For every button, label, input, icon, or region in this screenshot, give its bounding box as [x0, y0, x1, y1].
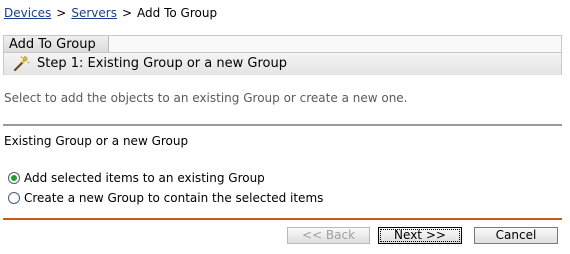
wizard-panel: Add To Group Step 1: Existing Group or a… — [3, 35, 562, 75]
step-title: Step 1: Existing Group or a new Group — [37, 56, 287, 71]
breadcrumb-link-devices[interactable]: Devices — [4, 6, 51, 20]
breadcrumb-separator: > — [56, 6, 67, 20]
section-label: Existing Group or a new Group — [4, 134, 189, 148]
footer-divider — [3, 218, 562, 220]
cancel-button[interactable]: Cancel — [474, 227, 558, 244]
option-label-new-group[interactable]: Create a new Group to contain the select… — [24, 190, 323, 206]
next-button[interactable]: Next >> — [378, 227, 462, 244]
breadcrumb-current: Add To Group — [137, 6, 218, 20]
section-divider — [3, 124, 562, 126]
instruction-text: Select to add the objects to an existing… — [4, 91, 408, 105]
breadcrumb-separator: > — [121, 6, 133, 20]
step-header: Step 1: Existing Group or a new Group — [4, 53, 561, 75]
panel-tab-strip — [109, 36, 561, 53]
option-label-existing-group[interactable]: Add selected items to an existing Group — [24, 170, 265, 186]
breadcrumb-link-servers[interactable]: Servers — [71, 6, 117, 20]
back-button[interactable]: << Back — [287, 227, 370, 244]
radio-new-group[interactable] — [8, 192, 20, 204]
panel-tab-add-to-group: Add To Group — [4, 36, 109, 53]
wand-icon — [13, 55, 30, 72]
radio-existing-group[interactable] — [8, 172, 20, 184]
breadcrumb: Devices > Servers > Add To Group — [4, 5, 217, 21]
